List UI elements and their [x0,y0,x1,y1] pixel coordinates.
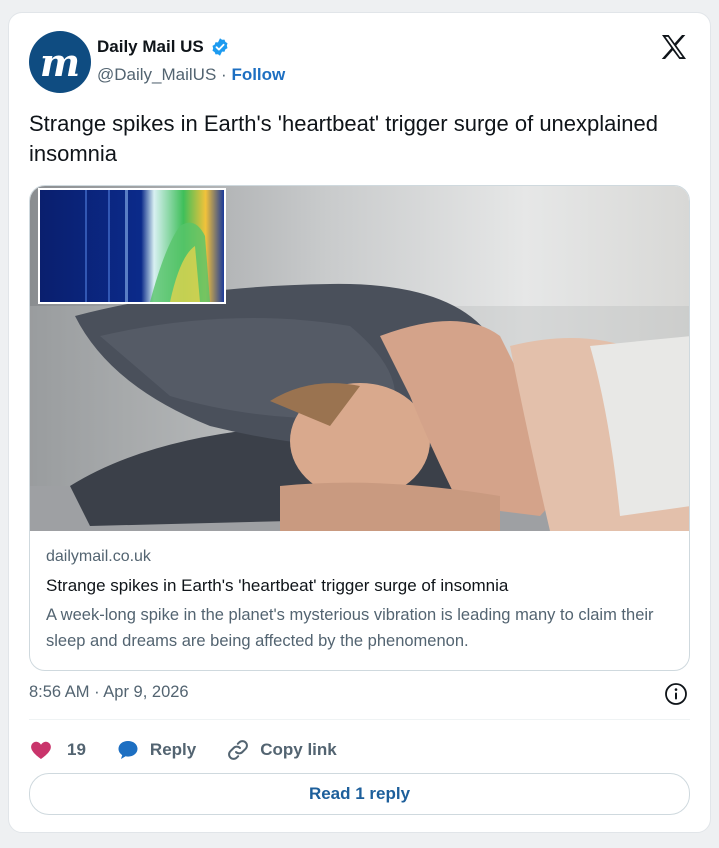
link-description: A week-long spike in the planet's myster… [46,606,654,650]
follow-button[interactable]: Follow [231,65,285,84]
copy-link-button[interactable]: Copy link [226,738,337,762]
copy-link-label: Copy link [260,740,337,759]
x-logo-icon[interactable] [658,31,690,63]
info-icon[interactable] [664,682,688,706]
article-image[interactable] [30,186,690,531]
reply-label: Reply [149,740,197,759]
divider [29,719,690,720]
link-icon [228,740,249,760]
tweet-card: m Daily Mail US @Daily_MailUS · Follow S… [8,12,711,833]
reply-bubble-icon [118,741,138,759]
tweet-timestamp[interactable]: 8:56 AM · Apr 9, 2026 [29,683,189,702]
verified-badge-icon [212,38,228,56]
action-bar: 19 Reply Copy link [29,735,367,765]
heart-icon [31,741,51,759]
author-display-name[interactable]: Daily Mail US [97,37,204,57]
avatar[interactable]: m [29,31,91,93]
like-button[interactable]: 19 [29,738,86,762]
author-handle-row: @Daily_MailUS · Follow [97,65,285,85]
author-handle[interactable]: @Daily_MailUS [97,65,216,84]
tweet-text: Strange spikes in Earth's 'heartbeat' tr… [29,111,658,166]
handle-separator: · [221,65,227,84]
author-name-row: Daily Mail US [97,37,230,57]
link-title: Strange spikes in Earth's 'heartbeat' tr… [46,576,509,595]
read-replies-button[interactable]: Read 1 reply [29,773,690,815]
link-domain: dailymail.co.uk [46,548,151,565]
like-count: 19 [67,740,86,759]
link-preview-card[interactable]: dailymail.co.uk Strange spikes in Earth'… [29,185,690,671]
link-preview-meta: dailymail.co.uk Strange spikes in Earth'… [46,548,676,654]
reply-button[interactable]: Reply [116,738,196,762]
